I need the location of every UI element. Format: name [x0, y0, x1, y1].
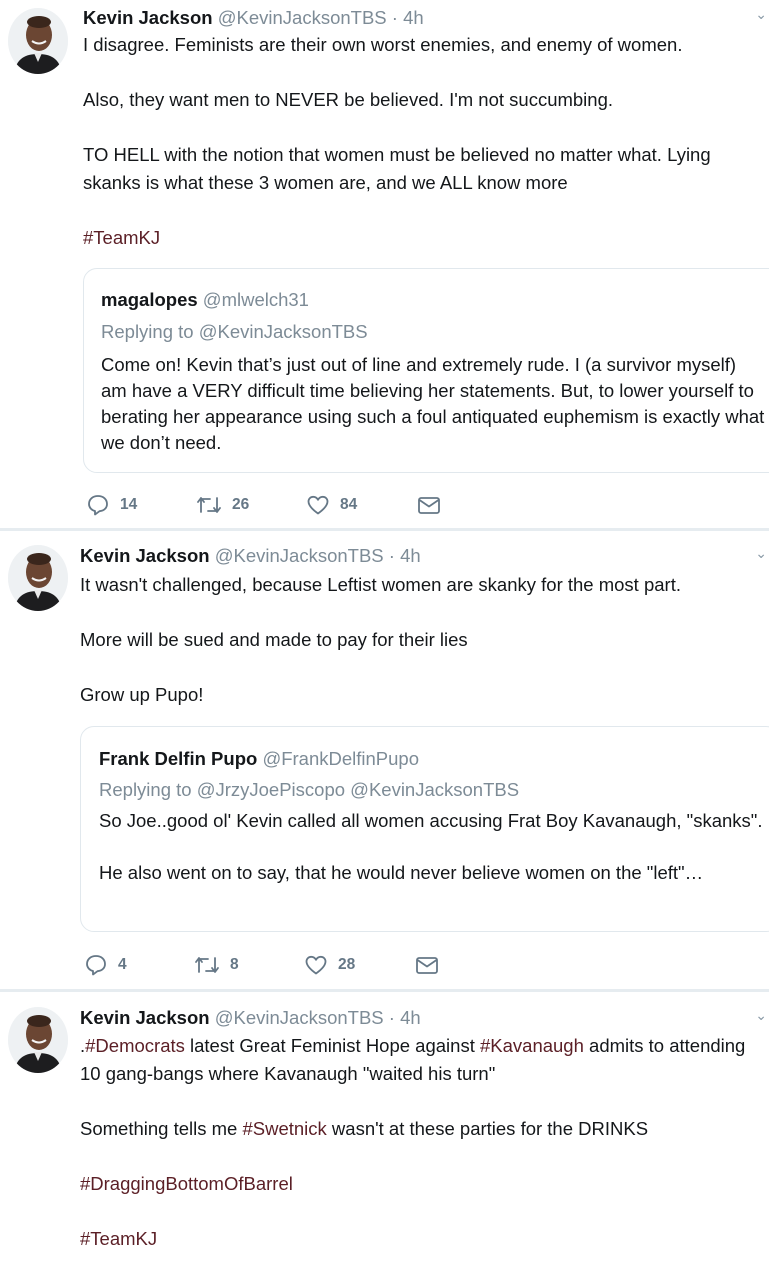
- text-fragment: Something tells me: [80, 1117, 243, 1139]
- tweet-text: .#Democrats latest Great Feminist Hope a…: [80, 1032, 750, 1252]
- tweet-header: Kevin Jackson @KevinJacksonTBS · 4h: [80, 545, 421, 567]
- chevron-down-icon[interactable]: ⌄: [755, 1007, 767, 1024]
- reply-button[interactable]: 14: [86, 491, 137, 519]
- direct-message-button[interactable]: [414, 951, 440, 979]
- heart-icon: [305, 955, 327, 975]
- quoted-tweet-text: Come on! Kevin that’s just out of line a…: [101, 352, 766, 456]
- tweet-header: Kevin Jackson @KevinJacksonTBS · 4h: [83, 7, 424, 29]
- tweet-text: I disagree. Feminists are their own wors…: [83, 31, 759, 251]
- tweet-actions: 14 26 84: [86, 491, 486, 519]
- heart-icon: [307, 495, 329, 515]
- tweet-paragraph: Grow up Pupo!: [80, 684, 204, 705]
- quoted-author-handle: @FrankDelfinPupo: [262, 748, 420, 769]
- timestamp[interactable]: · 4h: [389, 545, 421, 566]
- quoted-tweet[interactable]: Frank Delfin Pupo @FrankDelfinPupo Reply…: [80, 726, 769, 932]
- replying-to: Replying to @KevinJacksonTBS: [101, 321, 368, 342]
- author-name[interactable]: Kevin Jackson: [80, 1007, 210, 1028]
- avatar[interactable]: [8, 545, 68, 611]
- avatar-image: [8, 545, 68, 611]
- tweet-header: Kevin Jackson @KevinJacksonTBS · 4h: [80, 1007, 421, 1029]
- hashtag-link[interactable]: #TeamKJ: [83, 227, 160, 248]
- author-handle[interactable]: @KevinJacksonTBS: [215, 1007, 384, 1028]
- hashtag-link[interactable]: #DraggingBottomOfBarrel: [80, 1173, 293, 1194]
- author-handle[interactable]: @KevinJacksonTBS: [218, 7, 387, 28]
- quoted-paragraph: So Joe..good ol' Kevin called all women …: [99, 810, 763, 831]
- quoted-tweet-text: So Joe..good ol' Kevin called all women …: [99, 808, 769, 886]
- chevron-down-icon[interactable]: ⌄: [755, 6, 767, 23]
- tweet-paragraph: TO HELL with the notion that women must …: [83, 144, 711, 193]
- author-name[interactable]: Kevin Jackson: [80, 545, 210, 566]
- reply-icon: [88, 495, 108, 516]
- tweet-paragraph: It wasn't challenged, because Leftist wo…: [80, 574, 681, 595]
- quoted-author-handle: @mlwelch31: [202, 289, 309, 310]
- quoted-paragraph: He also went on to say, that he would ne…: [99, 862, 704, 883]
- like-count: 28: [338, 956, 356, 973]
- replying-to: Replying to @JrzyJoePiscopo @KevinJackso…: [99, 779, 520, 800]
- reply-count: 14: [120, 496, 138, 513]
- hashtag-link[interactable]: #Kavanaugh: [480, 1035, 584, 1056]
- text-fragment: latest Great Feminist Hope against: [184, 1035, 480, 1056]
- avatar-image: [8, 8, 68, 74]
- timestamp[interactable]: · 4h: [392, 7, 424, 28]
- like-button[interactable]: 84: [306, 491, 357, 519]
- direct-message-button[interactable]: [416, 491, 442, 519]
- quoted-paragraph: Come on! Kevin that’s just out of line a…: [101, 354, 765, 453]
- like-button[interactable]: 28: [304, 951, 355, 979]
- quoted-tweet-header: Frank Delfin Pupo @FrankDelfinPupo: [99, 748, 419, 770]
- tweet-2[interactable]: ⌄ Kevin Jackson @KevinJacksonTBS · 4h It…: [0, 531, 769, 988]
- hashtag-link[interactable]: #TeamKJ: [80, 1228, 157, 1249]
- avatar[interactable]: [8, 1007, 68, 1073]
- avatar-image: [8, 1007, 68, 1073]
- avatar[interactable]: [8, 8, 68, 74]
- chevron-down-icon[interactable]: ⌄: [755, 545, 767, 562]
- hashtag-link[interactable]: #Democrats: [85, 1035, 185, 1056]
- reply-icon: [86, 955, 106, 976]
- text-fragment: wasn't at these parties for the DRINKS: [326, 1117, 649, 1139]
- hashtag-link[interactable]: #Swetnick: [242, 1118, 326, 1139]
- envelope-icon: [418, 497, 440, 514]
- quoted-tweet[interactable]: magalopes @mlwelch31 Replying to @KevinJ…: [83, 268, 769, 473]
- retweet-button[interactable]: 26: [196, 491, 249, 519]
- like-count: 84: [340, 496, 358, 513]
- timestamp[interactable]: · 4h: [389, 1007, 421, 1028]
- tweet-paragraph: .#Democrats latest Great Feminist Hope a…: [80, 1032, 750, 1087]
- quoted-tweet-header: magalopes @mlwelch31: [101, 289, 309, 311]
- reply-count: 4: [118, 956, 127, 973]
- quoted-author-name: Frank Delfin Pupo: [99, 748, 258, 769]
- tweet-3[interactable]: ⌄ Kevin Jackson @KevinJacksonTBS · 4h .#…: [0, 992, 769, 1261]
- retweet-button[interactable]: 8: [194, 951, 239, 979]
- envelope-icon: [416, 957, 438, 974]
- retweet-icon: [195, 957, 219, 973]
- reply-button[interactable]: 4: [84, 951, 127, 979]
- tweet-paragraph: Also, they want men to NEVER be believed…: [83, 89, 614, 110]
- tweet-paragraph: More will be sued and made to pay for th…: [80, 629, 468, 650]
- tweet-paragraph: I disagree. Feminists are their own wors…: [83, 34, 683, 55]
- retweet-icon: [197, 497, 221, 513]
- quoted-author-name: magalopes: [101, 289, 198, 310]
- tweet-actions: 4 8 28: [84, 951, 484, 979]
- retweet-count: 8: [230, 956, 239, 973]
- tweet-text: It wasn't challenged, because Leftist wo…: [80, 571, 756, 709]
- tweet-1[interactable]: ⌄ Kevin Jackson @KevinJacksonTBS · 4h I …: [0, 0, 769, 527]
- author-name[interactable]: Kevin Jackson: [83, 7, 213, 28]
- tweet-paragraph: Something tells me #Swetnick wasn't at t…: [80, 1115, 750, 1143]
- author-handle[interactable]: @KevinJacksonTBS: [215, 545, 384, 566]
- retweet-count: 26: [232, 496, 250, 513]
